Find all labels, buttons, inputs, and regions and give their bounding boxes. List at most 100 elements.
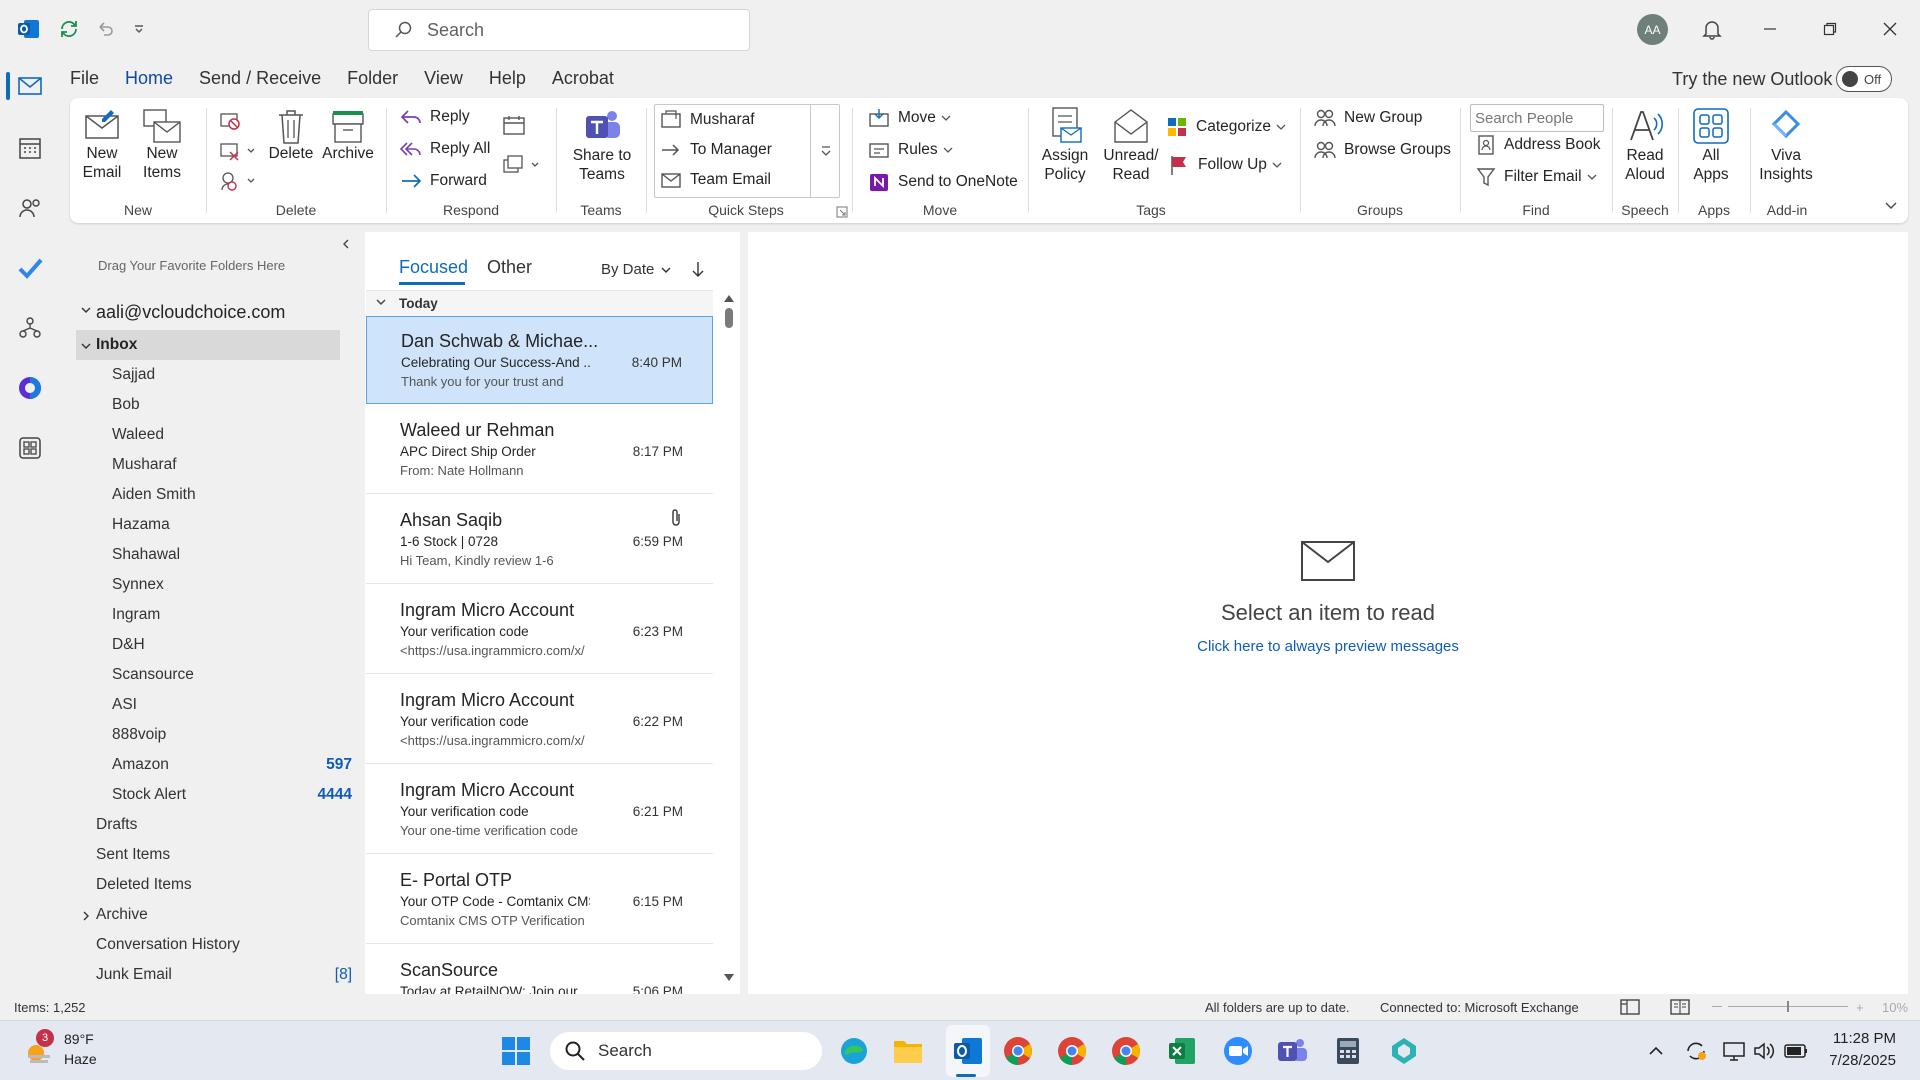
ignore-icon[interactable]	[218, 110, 242, 132]
folder-item[interactable]: D&H	[112, 636, 145, 654]
clock-date[interactable]: 7/28/2025	[1826, 1052, 1896, 1069]
folder-item[interactable]: Conversation History	[96, 936, 240, 954]
avatar[interactable]: AA	[1637, 14, 1668, 45]
message-row[interactable]: E- Portal OTP Your OTP Code - Comtanix CM…	[366, 856, 713, 944]
quick-step-to-manager[interactable]: To Manager	[660, 140, 772, 160]
message-row[interactable]: Ingram Micro Account Your verification co…	[366, 586, 713, 674]
junk-icon[interactable]	[218, 170, 256, 192]
tab-home[interactable]: Home	[125, 60, 174, 104]
collapse-pane-icon[interactable]	[340, 238, 352, 250]
categorize-button[interactable]: Categorize	[1166, 116, 1295, 138]
weather-desc[interactable]: Haze	[64, 1051, 97, 1067]
filter-email-button[interactable]: Filter Email	[1476, 166, 1606, 188]
folder-item[interactable]: Hazama	[112, 516, 170, 534]
excel-icon[interactable]	[1164, 1033, 1200, 1069]
archive-button[interactable]: Archive	[320, 108, 376, 163]
more-respond-icon[interactable]	[502, 154, 542, 176]
zoom-out-icon[interactable]	[1712, 1006, 1722, 1007]
org-explorer-icon[interactable]	[14, 312, 46, 344]
tab-view[interactable]: View	[424, 60, 463, 98]
message-row[interactable]: Ingram Micro Account Your verification co…	[366, 766, 713, 854]
teams-icon[interactable]	[1274, 1033, 1310, 1069]
weather-temp[interactable]: 89°F	[64, 1031, 94, 1047]
apps-icon[interactable]	[14, 432, 46, 464]
scrollbar-thumb[interactable]	[725, 308, 733, 328]
copilot-icon[interactable]	[14, 372, 46, 404]
folder-item[interactable]: 888voip	[112, 726, 166, 744]
quick-steps-expand-button[interactable]	[810, 104, 840, 198]
send-to-onenote-button[interactable]: Send to OneNote	[868, 172, 1018, 192]
chevron-up-icon[interactable]	[1638, 1033, 1674, 1069]
chevron-down-icon[interactable]	[80, 304, 92, 316]
outlook-taskbar-icon[interactable]	[950, 1033, 986, 1069]
new-group-button[interactable]: New Group	[1314, 108, 1422, 128]
battery-icon[interactable]	[1778, 1033, 1814, 1069]
scroll-up-icon[interactable]	[722, 292, 736, 304]
read-aloud-button[interactable]: Read Aloud	[1618, 106, 1672, 184]
folder-item[interactable]: Bob	[112, 396, 140, 414]
reply-all-button[interactable]: Reply All	[400, 140, 490, 158]
new-email-button[interactable]: New Email	[76, 108, 128, 182]
quick-access-dropdown-icon[interactable]	[126, 16, 152, 42]
zoom-app-icon[interactable]	[1220, 1033, 1256, 1069]
message-row[interactable]: Waleed ur Rehman APC Direct Ship Order Fro…	[366, 406, 713, 494]
bell-icon[interactable]	[1699, 16, 1725, 42]
chevron-down-icon[interactable]	[375, 296, 387, 308]
people-icon[interactable]	[14, 192, 46, 224]
reply-button[interactable]: Reply	[400, 108, 470, 126]
chrome-icon[interactable]	[1054, 1033, 1090, 1069]
folder-item[interactable]: Junk Email	[96, 966, 172, 984]
tab-other[interactable]: Other	[487, 257, 532, 278]
assign-policy-button[interactable]: Assign Policy	[1034, 106, 1096, 184]
folder-item[interactable]: Sent Items	[96, 846, 170, 864]
folder-item[interactable]: Musharaf	[112, 456, 177, 474]
unread-read-button[interactable]: Unread/ Read	[1100, 106, 1162, 184]
calculator-icon[interactable]	[1330, 1033, 1366, 1069]
chevron-down-icon[interactable]	[80, 340, 92, 352]
app-diamond-icon[interactable]	[1386, 1033, 1422, 1069]
folder-item[interactable]: Shahawal	[112, 546, 180, 564]
share-to-teams-button[interactable]: Share to Teams	[564, 108, 640, 184]
clock-time[interactable]: 11:28 PM	[1826, 1030, 1896, 1047]
sync-icon[interactable]	[56, 16, 82, 42]
zoom-level[interactable]: 10%	[1882, 1000, 1908, 1015]
undo-icon[interactable]	[92, 16, 118, 42]
tab-help[interactable]: Help	[489, 60, 526, 98]
volume-icon[interactable]	[1746, 1033, 1782, 1069]
sort-by-date-button[interactable]: By Date	[601, 261, 672, 278]
folder-item[interactable]: Sajjad	[112, 366, 155, 384]
chrome-icon[interactable]	[1000, 1033, 1036, 1069]
folder-item[interactable]: Stock Alert	[112, 786, 186, 804]
normal-view-icon[interactable]	[1620, 998, 1640, 1016]
quick-step-musharaf[interactable]: Musharaf	[660, 110, 755, 130]
viva-insights-button[interactable]: Viva Insights	[1754, 106, 1818, 184]
folder-item[interactable]: Deleted Items	[96, 876, 192, 894]
folder-item[interactable]: Drafts	[96, 816, 137, 834]
windows-start-icon[interactable]	[498, 1033, 534, 1069]
folder-item[interactable]: ASI	[112, 696, 137, 714]
quick-step-team-email[interactable]: Team Email	[660, 170, 771, 190]
tab-file[interactable]: File	[70, 60, 99, 98]
message-row[interactable]: Dan Schwab & Michae... Celebrating Our Su…	[366, 316, 713, 404]
reading-view-icon[interactable]	[1670, 998, 1690, 1016]
tab-send-receive[interactable]: Send / Receive	[199, 60, 321, 98]
always-preview-link[interactable]: Click here to always preview messages	[1128, 638, 1528, 655]
search-people-input[interactable]: Search People	[1470, 104, 1604, 132]
todo-icon[interactable]	[14, 252, 46, 284]
folder-item[interactable]: Synnex	[112, 576, 164, 594]
folder-item[interactable]: Waleed	[112, 426, 164, 444]
address-book-button[interactable]: Address Book	[1476, 134, 1601, 156]
zoom-slider-thumb[interactable]	[1787, 1001, 1789, 1012]
follow-up-button[interactable]: Follow Up	[1168, 154, 1291, 176]
meeting-icon[interactable]	[502, 114, 526, 136]
folder-item[interactable]: Amazon	[112, 756, 169, 774]
rules-button[interactable]: Rules	[868, 140, 962, 160]
minimize-icon[interactable]	[1757, 16, 1783, 42]
tab-focused[interactable]: Focused	[399, 257, 468, 278]
all-apps-button[interactable]: All Apps	[1684, 106, 1738, 184]
dialog-launcher-icon[interactable]	[836, 206, 848, 218]
scroll-down-icon[interactable]	[722, 972, 736, 984]
mail-icon[interactable]	[14, 70, 46, 102]
tab-folder[interactable]: Folder	[347, 60, 398, 98]
restore-icon[interactable]	[1817, 16, 1843, 42]
